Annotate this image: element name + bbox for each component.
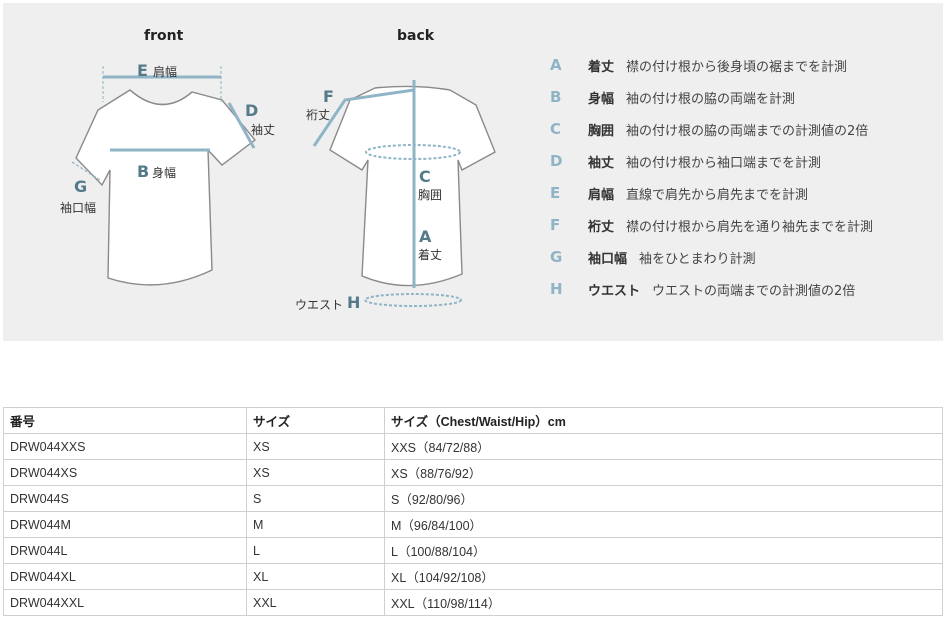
table-row: DRW044XL XL XL（104/92/108） [3, 563, 943, 590]
legend-description: ウエストの両端までの計測値の2倍 [652, 283, 856, 299]
legend-letter: B [550, 88, 562, 106]
label-E-text: 肩幅 [153, 65, 178, 79]
legend-row-D: D 袖丈 袖の付け根から袖口端までを計測 [550, 150, 821, 172]
legend-description: 袖の付け根の脇の両端までの計測値の2倍 [626, 123, 869, 139]
legend-term: 肩幅 [588, 187, 615, 203]
legend-row-G: G 袖口幅 袖をひとまわり計測 [550, 246, 756, 268]
cell-number: DRW044XS [3, 459, 247, 486]
cell-number: DRW044XXL [3, 589, 247, 616]
cell-number: DRW044M [3, 511, 247, 538]
cell-size: XXL [246, 589, 385, 616]
legend-letter: D [550, 152, 563, 170]
legend-letter: F [550, 216, 561, 234]
legend-term: 着丈 [588, 59, 615, 75]
cell-size: S [246, 485, 385, 512]
cell-measurements: XXL（110/98/114） [384, 589, 943, 616]
legend-row-C: C 胸囲 袖の付け根の脇の両端までの計測値の2倍 [550, 118, 868, 140]
label-E-letter: E [137, 61, 148, 80]
legend-letter: H [550, 280, 563, 298]
legend-row-E: E 肩幅 直線で肩先から肩先までを計測 [550, 182, 808, 204]
legend-term: 胸囲 [588, 123, 615, 139]
label-A-letter: A [419, 227, 432, 246]
front-shirt-shape [75, 89, 257, 286]
cell-measurements: M（96/84/100） [384, 511, 943, 538]
column-header-measurements: サイズ（Chest/Waist/Hip）cm [384, 407, 943, 434]
cell-size: XS [246, 459, 385, 486]
label-C-letter: C [419, 167, 431, 186]
legend-term: 袖丈 [588, 155, 615, 171]
cell-size: M [246, 511, 385, 538]
legend-term: 袖口幅 [588, 251, 628, 267]
cell-size: XL [246, 563, 385, 590]
label-G-letter: G [74, 177, 88, 196]
legend-description: 襟の付け根から肩先を通り袖先までを計測 [626, 219, 874, 235]
legend-row-H: H ウエスト ウエストの両端までの計測値の2倍 [550, 278, 855, 300]
cell-number: DRW044XXS [3, 433, 247, 460]
legend-term: ウエスト [588, 283, 641, 299]
label-A-text: 着丈 [418, 248, 443, 262]
label-H-letter: H [347, 293, 361, 312]
table-row: DRW044S S S（92/80/96） [3, 485, 943, 512]
table-header-row: 番号 サイズ サイズ（Chest/Waist/Hip）cm [3, 407, 943, 434]
back-title: back [397, 28, 435, 44]
legend-description: 襟の付け根から後身頃の裾までを計測 [626, 59, 848, 75]
cell-number: DRW044XL [3, 563, 247, 590]
legend-description: 袖の付け根の脇の両端を計測 [626, 91, 796, 107]
label-F-text: 裄丈 [306, 108, 331, 122]
legend-description: 直線で肩先から肩先までを計測 [626, 187, 809, 203]
column-header-size: サイズ [246, 407, 385, 434]
cell-number: DRW044L [3, 537, 247, 564]
legend-letter: G [550, 248, 563, 266]
table-row: DRW044M M M（96/84/100） [3, 511, 943, 538]
legend-description: 袖をひとまわり計測 [639, 251, 756, 267]
legend-row-B: B 身幅 袖の付け根の脇の両端を計測 [550, 86, 795, 108]
cell-measurements: XXS（84/72/88） [384, 433, 943, 460]
cell-number: DRW044S [3, 485, 247, 512]
label-B-letter: B [137, 162, 150, 181]
table-row: DRW044XXL XXL XXL（110/98/114） [3, 589, 943, 616]
table-row: DRW044XXS XS XXS（84/72/88） [3, 433, 943, 460]
cell-measurements: S（92/80/96） [384, 485, 943, 512]
label-D-letter: D [245, 101, 259, 120]
legend-letter: C [550, 120, 562, 138]
size-table: 番号 サイズ サイズ（Chest/Waist/Hip）cm DRW044XXS … [3, 407, 943, 616]
legend-term: 身幅 [588, 91, 615, 107]
legend-row-F: F 裄丈 襟の付け根から肩先を通り袖先までを計測 [550, 214, 873, 236]
cell-size: L [246, 537, 385, 564]
table-row: DRW044XS XS XS（88/76/92） [3, 459, 943, 486]
legend-row-A: A 着丈 襟の付け根から後身頃の裾までを計測 [550, 54, 847, 76]
label-G-text: 袖口幅 [60, 201, 97, 215]
cell-measurements: XL（104/92/108） [384, 563, 943, 590]
label-H-text: ウエスト [295, 298, 344, 312]
legend-term: 裄丈 [588, 219, 615, 235]
front-title: front [144, 28, 184, 44]
label-C-text: 胸囲 [418, 188, 443, 202]
column-header-number: 番号 [3, 407, 247, 434]
label-D-text: 袖丈 [251, 123, 276, 137]
legend-letter: A [550, 56, 562, 74]
legend-description: 袖の付け根から袖口端までを計測 [626, 155, 822, 171]
cell-measurements: L（100/88/104） [384, 537, 943, 564]
table-row: DRW044L L L（100/88/104） [3, 537, 943, 564]
cell-size: XS [246, 433, 385, 460]
label-B-text: 身幅 [152, 166, 177, 180]
cell-measurements: XS（88/76/92） [384, 459, 943, 486]
label-F-letter: F [323, 87, 334, 106]
legend-letter: E [550, 184, 561, 202]
